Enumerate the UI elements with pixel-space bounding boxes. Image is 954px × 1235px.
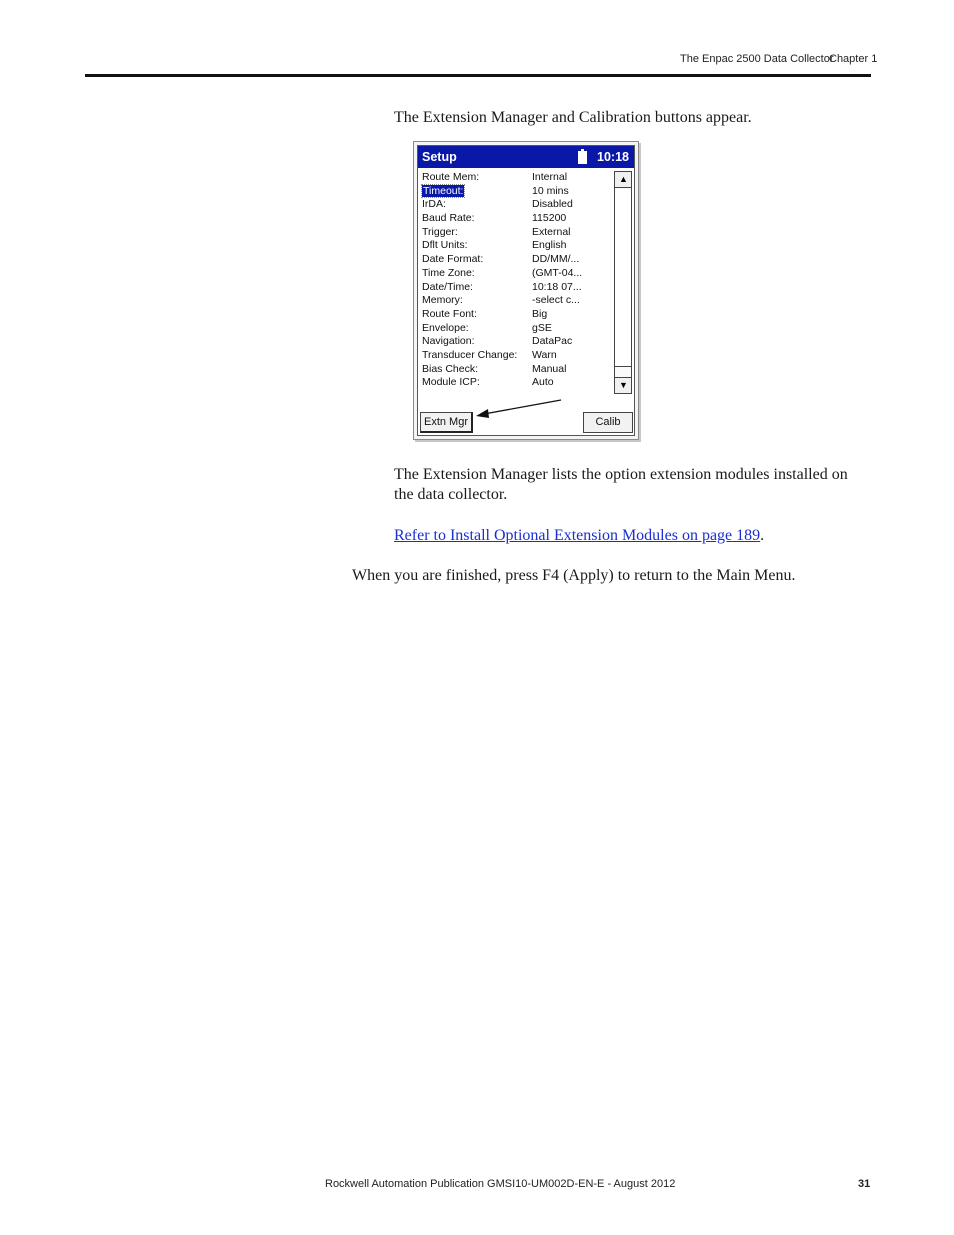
device-screenshot: Setup 10:18 Route Mem: Internal Timeout: 1…: [413, 141, 639, 440]
install-modules-link[interactable]: Refer to Install Optional Extension Modu…: [394, 527, 760, 544]
intro-text: The Extension Manager and Calibration bu…: [394, 109, 752, 126]
reference-paragraph: Refer to Install Optional Extension Modu…: [394, 526, 764, 546]
reference-suffix: .: [760, 527, 765, 544]
page-number: 31: [858, 1178, 871, 1190]
para-extension-manager-line2: the data collector.: [394, 486, 508, 503]
finish-instruction: When you are finished, press F4 (Apply) …: [352, 567, 796, 584]
header-doc-title: The Enpac 2500 Data Collector: [680, 53, 834, 65]
header-chapter: Chapter 1: [829, 53, 878, 65]
setup-screen: Setup 10:18 Route Mem: Internal Timeout: 1…: [417, 145, 635, 436]
footer-publication: Rockwell Automation Publication GMSI10-U…: [325, 1178, 676, 1190]
callout-arrow-icon: [476, 399, 562, 418]
header-rule: [85, 74, 871, 77]
para-extension-manager-line1: The Extension Manager lists the option e…: [394, 466, 848, 483]
